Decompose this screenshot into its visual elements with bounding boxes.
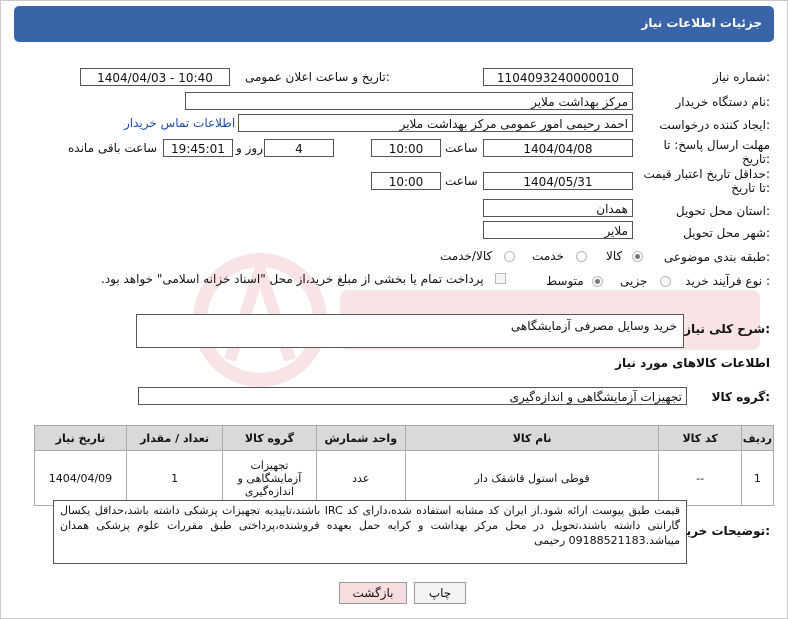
days-remaining-field: 4 [264, 139, 334, 157]
process-radio-medium[interactable] [592, 276, 603, 287]
category-radio-both[interactable] [504, 251, 515, 262]
requester-field: احمد رحیمی امور عمومی مرکز بهداشت ملایر [238, 114, 633, 132]
deadline-time-label: ساعت [445, 141, 478, 155]
process-option-medium: متوسط [546, 274, 584, 288]
category-radio-goods[interactable] [632, 251, 643, 262]
buyer-contact-link[interactable]: اطلاعات تماس خریدار [124, 116, 235, 130]
col-header-row: ردیف [740, 425, 775, 451]
col-header-name: نام کالا [404, 425, 660, 451]
process-label: نوع فرآیند خرید : [685, 274, 770, 288]
back-button[interactable]: بازگشت [339, 582, 407, 604]
announce-date-field: 1404/04/03 - 10:40 [80, 68, 230, 86]
deadline-label: مهلت ارسال پاسخ: تا [663, 138, 770, 152]
remaining-time-label: ساعت باقی مانده [68, 141, 158, 155]
col-header-date: تاریخ نیاز [34, 425, 127, 451]
validity-time-label: ساعت [445, 174, 478, 188]
remaining-time-field: 19:45:01 [163, 139, 233, 157]
deadline-time-field: 10:00 [371, 139, 441, 157]
description-textarea: خرید وسایل مصرفی آزمایشگاهی [136, 314, 684, 348]
description-label: شرح کلی نیاز: [684, 322, 770, 336]
validity-time-field: 10:00 [371, 172, 441, 190]
days-label: روز و [236, 141, 263, 155]
cell-unit: عدد [315, 450, 406, 506]
col-header-unit: واحد شمارش [315, 425, 406, 451]
goods-group-label: گروه کالا: [711, 390, 770, 404]
goods-group-field: تجهیزات آزمایشگاهی و اندازه‌گیری [138, 387, 687, 405]
cell-row-number: 1 [740, 450, 775, 506]
city-label: شهر محل تحویل: [683, 226, 770, 240]
buyer-notes-textarea: قیمت طبق پیوست ارائه شود.از ایران کد مشا… [53, 500, 687, 564]
cell-name: قوطی استول قاشقک دار [404, 450, 660, 506]
announce-label: تاریخ و ساعت اعلان عمومی: [245, 70, 390, 84]
goods-info-title: اطلاعات کالاهای مورد نیاز [615, 356, 770, 370]
process-radio-minor[interactable] [660, 276, 671, 287]
requester-label: ایجاد کننده درخواست: [659, 118, 770, 132]
validity-label-date: تا تاریخ: [731, 181, 770, 195]
category-label: طبقه بندی موضوعی: [663, 250, 770, 264]
col-header-qty: تعداد / مقدار [125, 425, 224, 451]
deadline-label-date: تاریخ: [742, 152, 770, 166]
goods-table-header: ردیف کد کالا نام کالا واحد شمارش گروه کا… [34, 425, 775, 451]
buyer-org-field: مرکز بهداشت ملایر [185, 92, 633, 110]
need-number-label: شماره نیاز: [712, 70, 770, 84]
cell-group: تجهیزات آزمایشگاهی و اندازه‌گیری [222, 450, 317, 506]
col-header-code: کد کالا [658, 425, 742, 451]
treasury-payment-checkbox[interactable] [495, 273, 506, 284]
cell-code: -- [658, 450, 742, 506]
print-button[interactable]: چاپ [414, 582, 466, 604]
category-option-both: کالا/خدمت [440, 249, 493, 263]
col-header-group: گروه کالا [222, 425, 317, 451]
cell-date: 1404/04/09 [34, 450, 127, 506]
goods-table: ردیف کد کالا نام کالا واحد شمارش گروه کا… [34, 425, 775, 506]
need-number-field: 1104093240000010 [483, 68, 633, 86]
page-title: جزئیات اطلاعات نیاز [641, 16, 762, 30]
description-text: خرید وسایل مصرفی آزمایشگاهی [510, 319, 677, 333]
category-option-service: خدمت [532, 249, 564, 263]
validity-label: حداقل تاریخ اعتبار قیمت: [643, 167, 770, 181]
category-radio-service[interactable] [576, 251, 587, 262]
page-header: جزئیات اطلاعات نیاز [14, 6, 774, 42]
city-field: ملایر [483, 221, 633, 239]
province-label: استان محل تحویل: [675, 204, 770, 218]
buyer-notes-text: قیمت طبق پیوست ارائه شود.از ایران کد مشا… [60, 504, 680, 547]
province-field: همدان [483, 199, 633, 217]
treasury-payment-note: پرداخت تمام یا بخشی از مبلغ خرید،از محل … [101, 272, 484, 286]
process-option-minor: جزیی [620, 274, 648, 288]
table-row: 1 -- قوطی استول قاشقک دار عدد تجهیزات آز… [34, 450, 775, 506]
cell-qty: 1 [125, 450, 224, 506]
buyer-org-label: نام دستگاه خریدار: [675, 95, 771, 109]
validity-date-field: 1404/05/31 [483, 172, 633, 190]
category-option-goods: کالا [606, 249, 623, 263]
deadline-date-field: 1404/04/08 [483, 139, 633, 157]
